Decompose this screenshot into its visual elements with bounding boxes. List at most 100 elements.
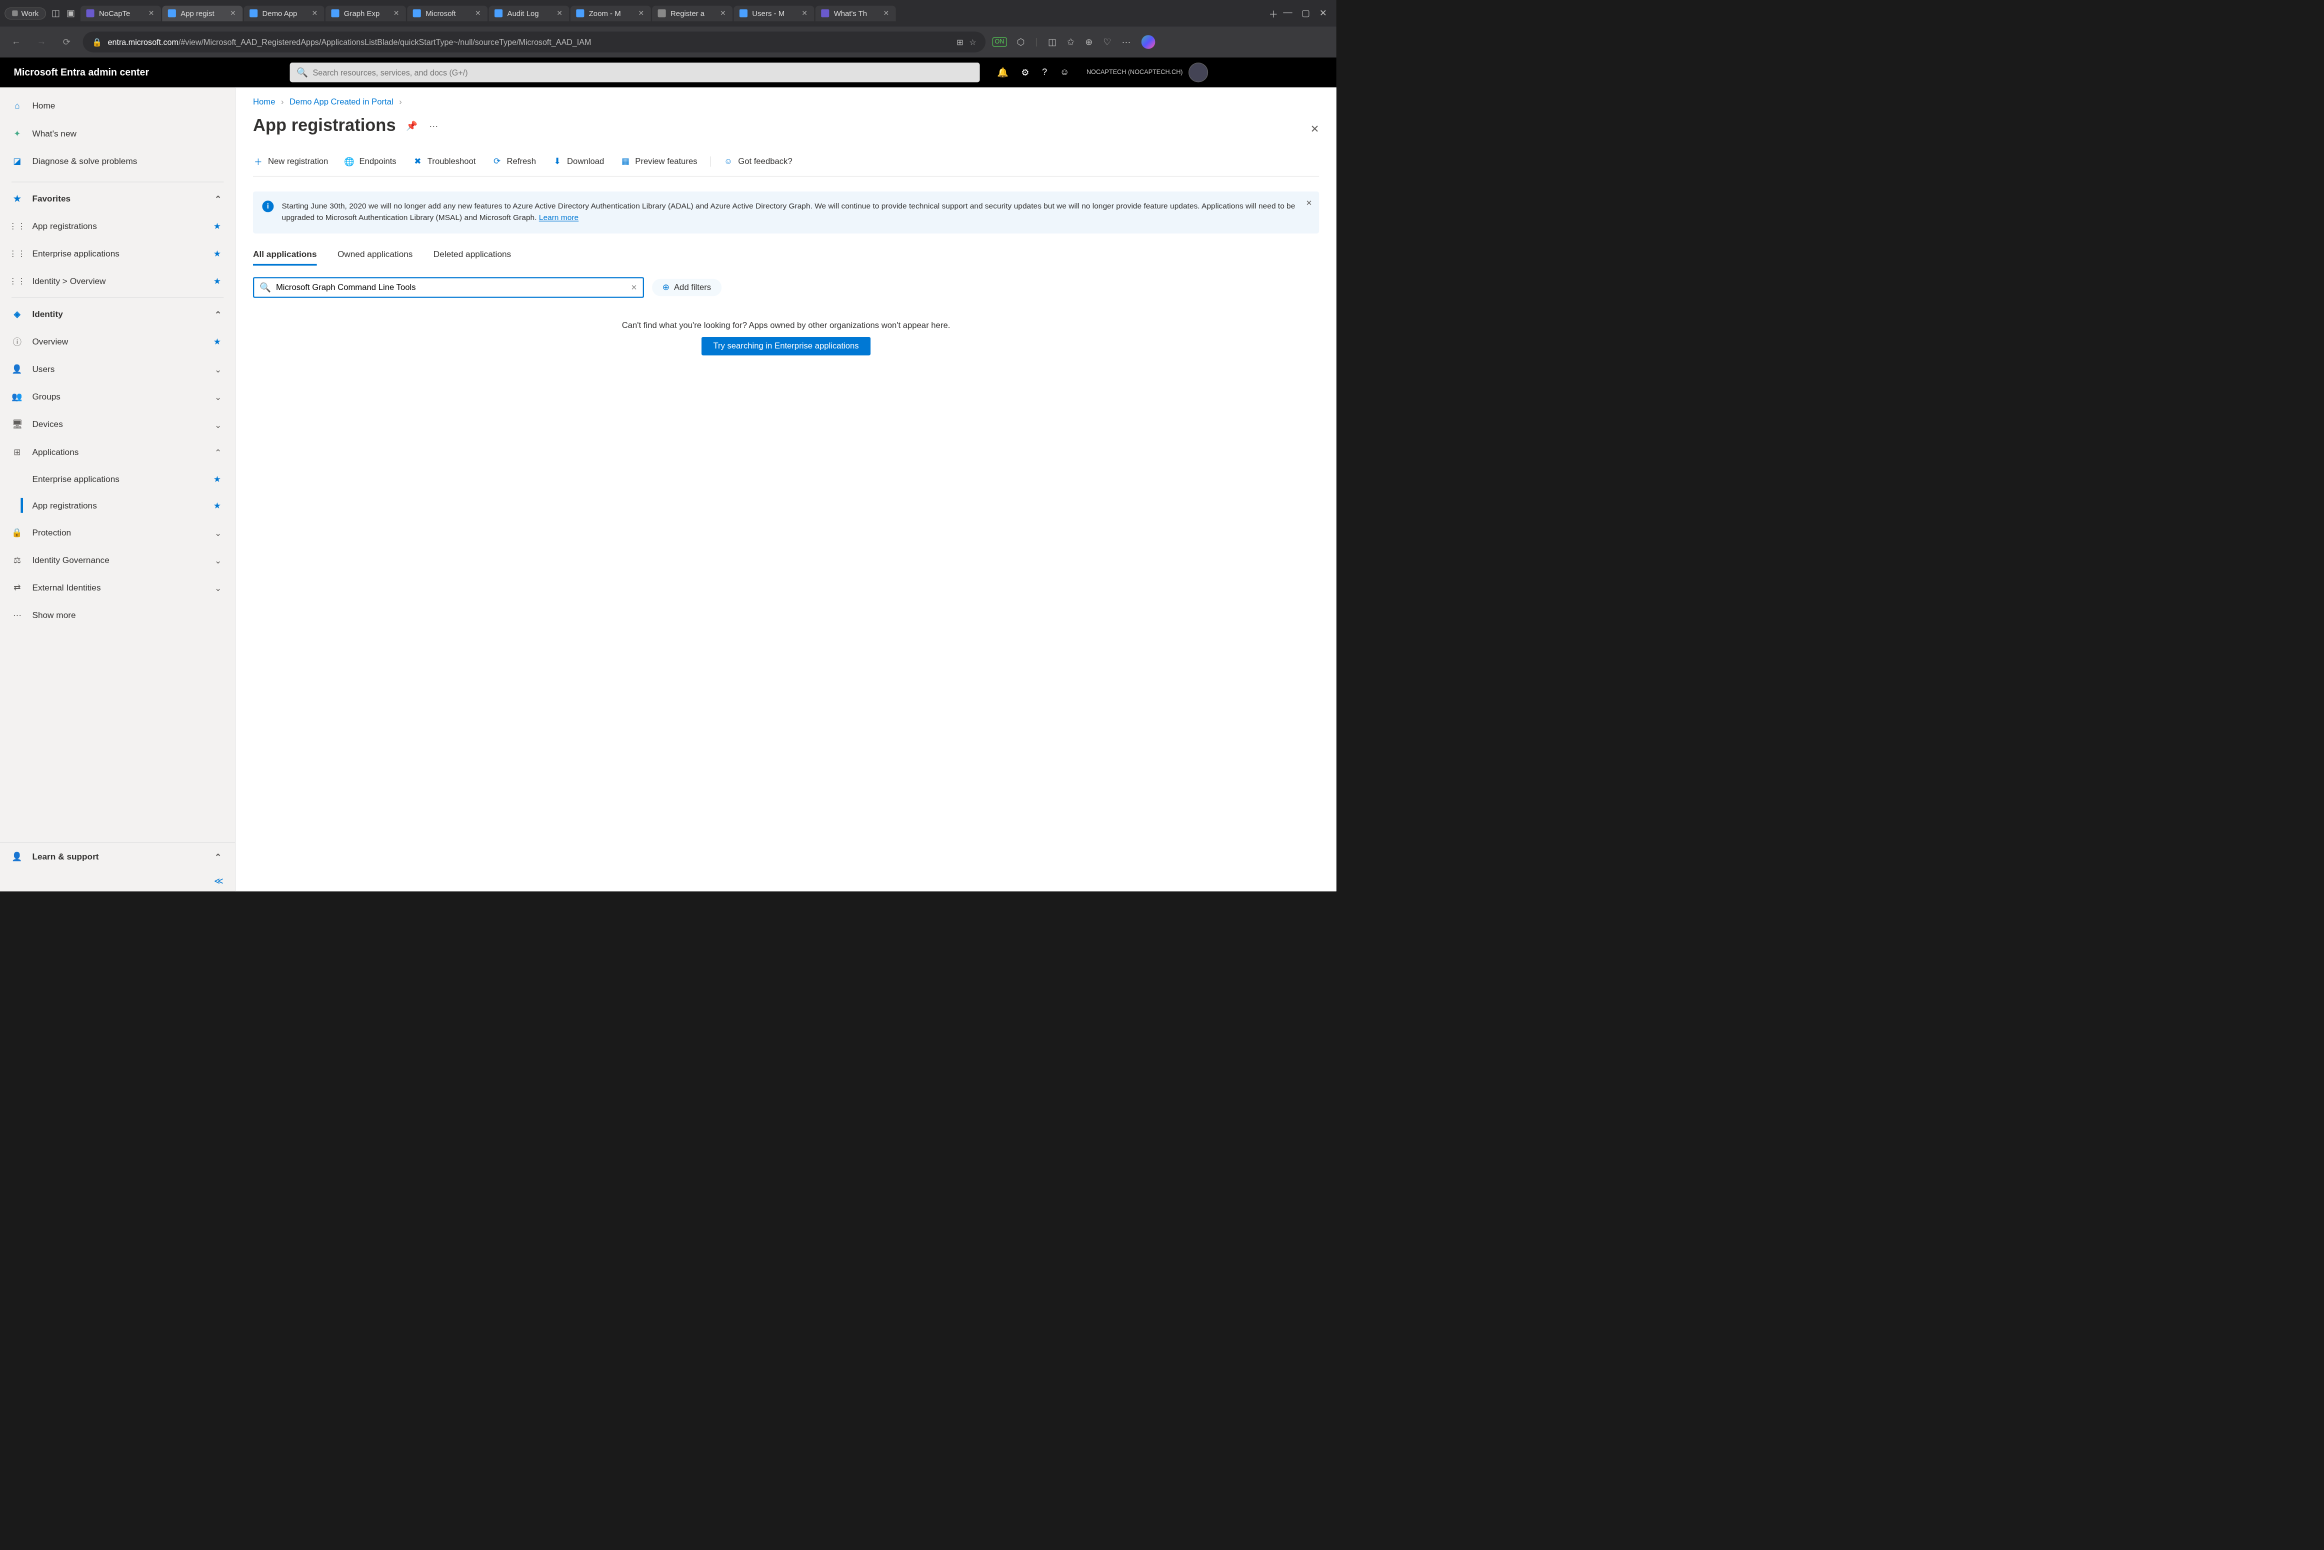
browser-tab[interactable]: Demo App✕: [244, 5, 325, 21]
sidebar-section-learn[interactable]: 👤 Learn & support ⌃: [0, 843, 235, 871]
close-icon[interactable]: ✕: [392, 9, 400, 17]
workspaces-icon[interactable]: ◫: [51, 8, 61, 18]
collections-icon[interactable]: ⊕: [1085, 36, 1093, 48]
sidebar-item-users[interactable]: 👤 Users ⌄: [0, 355, 235, 383]
more-icon[interactable]: ⋯: [428, 120, 440, 132]
address-bar[interactable]: 🔒 entra.microsoft.com/#view/Microsoft_AA…: [83, 32, 986, 53]
tab-actions-icon[interactable]: ▣: [66, 8, 76, 18]
tab-owned[interactable]: Owned applications: [337, 245, 412, 266]
sidebar-item-show-more[interactable]: ⋯ Show more: [0, 601, 235, 629]
troubleshoot-button[interactable]: ✖Troubleshoot: [412, 156, 475, 166]
sidebar-item-applications[interactable]: ⊞ Applications ⌃: [0, 438, 235, 466]
endpoints-button[interactable]: 🌐Endpoints: [344, 156, 396, 166]
sidebar-item-groups[interactable]: 👥 Groups ⌄: [0, 383, 235, 411]
sidebar-item-fav-entapps[interactable]: ⋮⋮ Enterprise applications ★: [0, 240, 235, 268]
close-icon[interactable]: ✕: [556, 9, 564, 17]
sidebar-item-overview[interactable]: ⓘ Overview ★: [0, 328, 235, 356]
browser-tab[interactable]: App regist✕: [162, 5, 243, 21]
close-icon[interactable]: ✕: [637, 9, 645, 17]
portal-search-input[interactable]: [313, 68, 973, 77]
close-icon[interactable]: ✕: [719, 9, 727, 17]
more-icon[interactable]: ⋯: [1122, 36, 1131, 48]
star-filled-icon[interactable]: ★: [213, 276, 223, 286]
learn-more-link[interactable]: Learn more: [539, 213, 579, 222]
close-icon[interactable]: ✕: [800, 9, 808, 17]
search-input[interactable]: [276, 283, 626, 292]
star-filled-icon[interactable]: ★: [213, 221, 223, 231]
refresh-icon[interactable]: ⟳: [58, 33, 76, 51]
browser-tab[interactable]: NoCapTe✕: [81, 5, 161, 21]
browser-tab[interactable]: Audit Log✕: [489, 5, 570, 21]
feedback-icon[interactable]: ☺: [1060, 67, 1069, 77]
extensions-icon[interactable]: ⬡: [1017, 36, 1025, 48]
sidebar-item-fav-appreg[interactable]: ⋮⋮ App registrations ★: [0, 212, 235, 240]
feedback-button[interactable]: ☺Got feedback?: [723, 156, 792, 166]
star-filled-icon[interactable]: ★: [213, 474, 223, 484]
search-filter-box[interactable]: 🔍 ✕: [253, 277, 644, 298]
close-window-icon[interactable]: ✕: [1319, 7, 1327, 19]
sidebar-collapse-button[interactable]: ≪: [0, 871, 235, 892]
sidebar-item-protection[interactable]: 🔒 Protection ⌄: [0, 519, 235, 547]
split-icon[interactable]: ◫: [1048, 36, 1057, 48]
browser-tab[interactable]: Register a✕: [652, 5, 733, 21]
browser-tab[interactable]: What's Th✕: [815, 5, 895, 21]
sidebar-item-governance[interactable]: ⚖ Identity Governance ⌄: [0, 546, 235, 574]
site-info-icon[interactable]: 🔒: [92, 37, 102, 47]
help-icon[interactable]: ?: [1042, 67, 1047, 77]
close-icon[interactable]: ✕: [147, 9, 155, 17]
add-filters-button[interactable]: ⊕ Add filters: [652, 279, 721, 296]
tenant-label[interactable]: NOCAPTECH (NOCAPTECH.CH): [1086, 69, 1182, 76]
shopping-icon[interactable]: ♡: [1103, 36, 1111, 48]
extension-icon[interactable]: ON: [992, 37, 1006, 46]
sidebar-item-enterprise-apps[interactable]: Enterprise applications ★: [0, 466, 235, 492]
favorites-icon[interactable]: ✩: [1067, 36, 1075, 48]
breadcrumb-home[interactable]: Home: [253, 98, 275, 107]
star-filled-icon[interactable]: ★: [213, 336, 223, 346]
preview-button[interactable]: ▦Preview features: [620, 156, 697, 166]
sidebar-section-favorites[interactable]: ★ Favorites ⌃: [0, 185, 235, 213]
clear-search-icon[interactable]: ✕: [631, 283, 637, 292]
sidebar-item-home[interactable]: ⌂ Home: [0, 92, 235, 120]
reader-icon[interactable]: ⊞: [957, 37, 964, 47]
close-icon[interactable]: ✕: [229, 9, 237, 17]
work-profile-badge[interactable]: Work: [5, 7, 46, 19]
browser-tab[interactable]: Graph Exp✕: [326, 5, 407, 21]
refresh-button[interactable]: ⟳Refresh: [492, 156, 536, 166]
copilot-icon[interactable]: [1141, 35, 1155, 49]
sidebar-item-diagnose[interactable]: ◪ Diagnose & solve problems: [0, 147, 235, 175]
avatar[interactable]: [1189, 63, 1209, 83]
sidebar-item-fav-identity[interactable]: ⋮⋮ Identity > Overview ★: [0, 267, 235, 295]
search-enterprise-button[interactable]: Try searching in Enterprise applications: [702, 337, 871, 355]
close-icon[interactable]: ✕: [474, 9, 482, 17]
close-icon[interactable]: ✕: [882, 9, 890, 17]
portal-title[interactable]: Microsoft Entra admin center: [14, 67, 290, 79]
close-icon[interactable]: ✕: [311, 9, 319, 17]
maximize-icon[interactable]: ▢: [1301, 7, 1310, 19]
close-blade-icon[interactable]: ✕: [1310, 123, 1319, 135]
pin-icon[interactable]: 📌: [406, 120, 418, 132]
browser-tab[interactable]: Microsoft✕: [407, 5, 488, 21]
sidebar-item-external[interactable]: ⇄ External Identities ⌄: [0, 574, 235, 602]
favorite-icon[interactable]: ☆: [969, 37, 976, 47]
settings-icon[interactable]: ⚙: [1021, 67, 1029, 79]
page-title: App registrations: [253, 116, 396, 136]
sidebar-item-whats-new[interactable]: ✦ What's new: [0, 120, 235, 148]
browser-tab[interactable]: Users - M✕: [734, 5, 815, 21]
new-tab-icon[interactable]: ＋: [1268, 8, 1278, 18]
browser-tab[interactable]: Zoom - M✕: [570, 5, 651, 21]
notifications-icon[interactable]: 🔔: [997, 67, 1008, 79]
back-icon[interactable]: ←: [7, 33, 25, 51]
portal-search-box[interactable]: 🔍: [290, 63, 980, 83]
sidebar-item-app-registrations[interactable]: App registrations ★: [0, 492, 235, 518]
download-button[interactable]: ⬇Download: [552, 156, 604, 166]
tab-all[interactable]: All applications: [253, 245, 317, 266]
new-registration-button[interactable]: ＋New registration: [253, 156, 328, 166]
star-filled-icon[interactable]: ★: [213, 248, 223, 258]
close-icon[interactable]: ✕: [1306, 197, 1312, 208]
sidebar-section-identity[interactable]: ◈ Identity ⌃: [0, 300, 235, 328]
minimize-icon[interactable]: —: [1283, 7, 1292, 19]
tab-deleted[interactable]: Deleted applications: [433, 245, 511, 266]
sidebar-item-devices[interactable]: 🖥 Devices ⌄: [0, 411, 235, 439]
breadcrumb-demo[interactable]: Demo App Created in Portal: [290, 98, 394, 107]
star-filled-icon[interactable]: ★: [213, 500, 223, 510]
